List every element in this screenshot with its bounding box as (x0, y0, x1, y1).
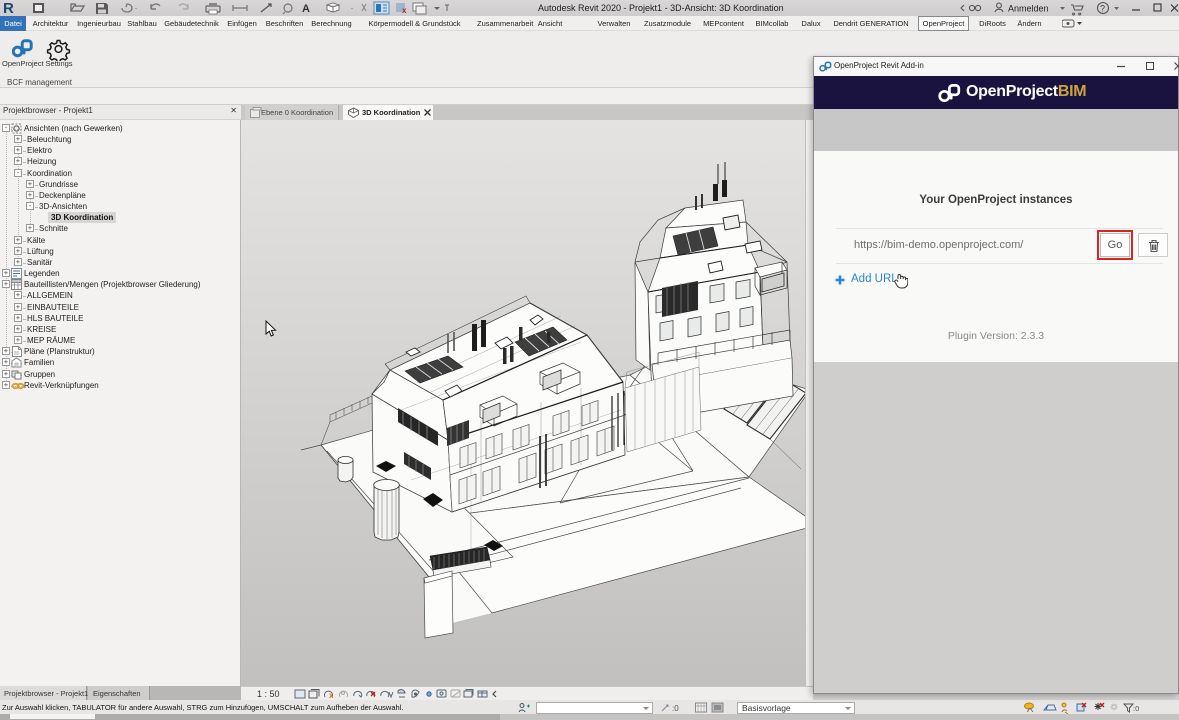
svg-text:?: ? (1100, 4, 1105, 14)
svg-text:Anmelden: Anmelden (1008, 4, 1049, 14)
svg-text:A: A (302, 3, 310, 15)
svg-text::0: :0 (1133, 704, 1139, 713)
svg-text::0: :0 (672, 704, 679, 713)
svg-text:x: x (329, 691, 334, 700)
svg-text:R: R (3, 0, 14, 16)
svg-text:x: x (402, 6, 407, 15)
